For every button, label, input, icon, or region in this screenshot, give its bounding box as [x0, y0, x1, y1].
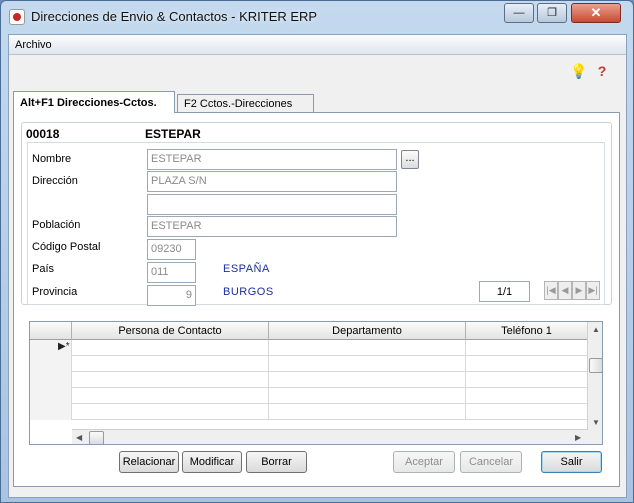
table-cell: [269, 388, 466, 404]
cancelar-button[interactable]: Cancelar: [460, 451, 522, 473]
modificar-button[interactable]: Modificar: [182, 451, 242, 473]
record-name: ESTEPAR: [145, 127, 201, 141]
provincia-name: BURGOS: [223, 286, 274, 298]
toolbar: 💡 ?: [570, 63, 614, 81]
first-record-icon[interactable]: |◀: [544, 281, 558, 300]
grid-header: Persona de Contacto Departamento Teléfon…: [30, 322, 587, 340]
minimize-button[interactable]: —: [504, 3, 534, 23]
relacionar-button[interactable]: Relacionar: [119, 451, 179, 473]
col-departamento[interactable]: Departamento: [269, 322, 466, 340]
scroll-left-icon[interactable]: ◀: [76, 433, 82, 442]
table-row: [30, 388, 587, 404]
vertical-scroll-thumb[interactable]: [589, 358, 602, 373]
window-title: Direcciones de Envio & Contactos - KRITE…: [31, 9, 318, 24]
table-cell: [269, 404, 466, 420]
menu-archivo[interactable]: Archivo: [15, 39, 52, 51]
pais-code-field[interactable]: 011: [147, 262, 196, 283]
poblacion-label: Población: [32, 219, 81, 231]
col-telefono-1[interactable]: Teléfono 1: [466, 322, 587, 340]
record-navigator: |◀ ◀ ▶ ▶|: [544, 281, 604, 300]
provincia-code-field[interactable]: 9: [147, 285, 196, 306]
horizontal-scroll-thumb[interactable]: [89, 431, 104, 444]
nombre-label: Nombre: [32, 153, 72, 165]
codigo-postal-field[interactable]: 09230: [147, 239, 196, 260]
nombre-lookup-button[interactable]: ...: [401, 150, 419, 169]
table-row: [30, 372, 587, 388]
table-cell: [269, 372, 466, 388]
next-record-icon[interactable]: ▶: [572, 281, 586, 300]
main-window: Direcciones de Envio & Contactos - KRITE…: [0, 0, 634, 503]
tab-panel: 00018 ESTEPAR Nombre ESTEPAR ... Direcci…: [13, 112, 620, 487]
contacts-grid[interactable]: Persona de Contacto Departamento Teléfon…: [29, 321, 603, 445]
row-indicator: [30, 388, 72, 404]
pais-label: País: [32, 263, 55, 275]
table-cell: [72, 372, 269, 388]
scroll-down-icon[interactable]: ▼: [592, 418, 600, 427]
table-cell[interactable]: [269, 340, 466, 356]
salir-button[interactable]: Salir: [541, 451, 602, 473]
app-icon: [9, 9, 25, 25]
last-record-icon[interactable]: ▶|: [586, 281, 600, 300]
close-button[interactable]: ✕: [571, 3, 621, 23]
address-fields: Nombre ESTEPAR ... Dirección PLAZA S/N P…: [27, 142, 605, 306]
horizontal-scrollbar[interactable]: ◀ ▶: [72, 429, 587, 444]
grid-body[interactable]: ▶*: [30, 340, 587, 430]
table-row[interactable]: ▶*: [30, 340, 587, 356]
direccion2-field[interactable]: [147, 194, 397, 215]
row-indicator: [30, 356, 72, 372]
address-group: 00018 ESTEPAR Nombre ESTEPAR ... Direcci…: [21, 122, 612, 306]
borrar-button[interactable]: Borrar: [246, 451, 307, 473]
codigo-postal-label: Código Postal: [32, 241, 101, 253]
row-indicator: [30, 372, 72, 388]
client-area: Archivo 💡 ? Alt+F1 Direcciones-Cctos. F2…: [8, 34, 627, 498]
table-cell: [72, 388, 269, 404]
scroll-up-icon[interactable]: ▲: [592, 325, 600, 334]
table-cell: [72, 356, 269, 372]
table-cell: [72, 404, 269, 420]
row-indicator: [30, 404, 72, 420]
scroll-right-icon[interactable]: ▶: [575, 433, 581, 442]
menu-bar: Archivo: [9, 35, 626, 55]
table-cell[interactable]: [466, 340, 587, 356]
col-persona-contacto[interactable]: Persona de Contacto: [72, 322, 269, 340]
tab-direcciones-cctos[interactable]: Alt+F1 Direcciones-Cctos.: [13, 91, 175, 113]
tab-cctos-direcciones[interactable]: F2 Cctos.-Direcciones: [177, 94, 314, 112]
table-cell: [269, 356, 466, 372]
provincia-label: Provincia: [32, 286, 78, 298]
table-cell[interactable]: [72, 340, 269, 356]
title-bar[interactable]: Direcciones de Envio & Contactos - KRITE…: [1, 1, 633, 33]
row-indicator: ▶*: [30, 340, 72, 356]
table-row: [30, 404, 587, 420]
record-pager: 1/1: [479, 281, 530, 302]
direccion-field[interactable]: PLAZA S/N: [147, 171, 397, 192]
pais-name: ESPAÑA: [223, 263, 270, 275]
table-row: [30, 356, 587, 372]
lightbulb-icon[interactable]: 💡: [570, 63, 587, 79]
new-row-icon: ▶*: [58, 341, 70, 352]
aceptar-button[interactable]: Aceptar: [393, 451, 455, 473]
direccion-label: Dirección: [32, 175, 78, 187]
nombre-field[interactable]: ESTEPAR: [147, 149, 397, 170]
maximize-button[interactable]: ❐: [537, 3, 567, 23]
grid-indicator-header: [30, 322, 72, 340]
vertical-scrollbar[interactable]: ▲ ▼: [587, 322, 602, 430]
record-code: 00018: [26, 127, 60, 141]
poblacion-field[interactable]: ESTEPAR: [147, 216, 397, 237]
grid-corner: [587, 430, 602, 444]
help-icon[interactable]: ?: [594, 63, 610, 79]
prev-record-icon[interactable]: ◀: [558, 281, 572, 300]
